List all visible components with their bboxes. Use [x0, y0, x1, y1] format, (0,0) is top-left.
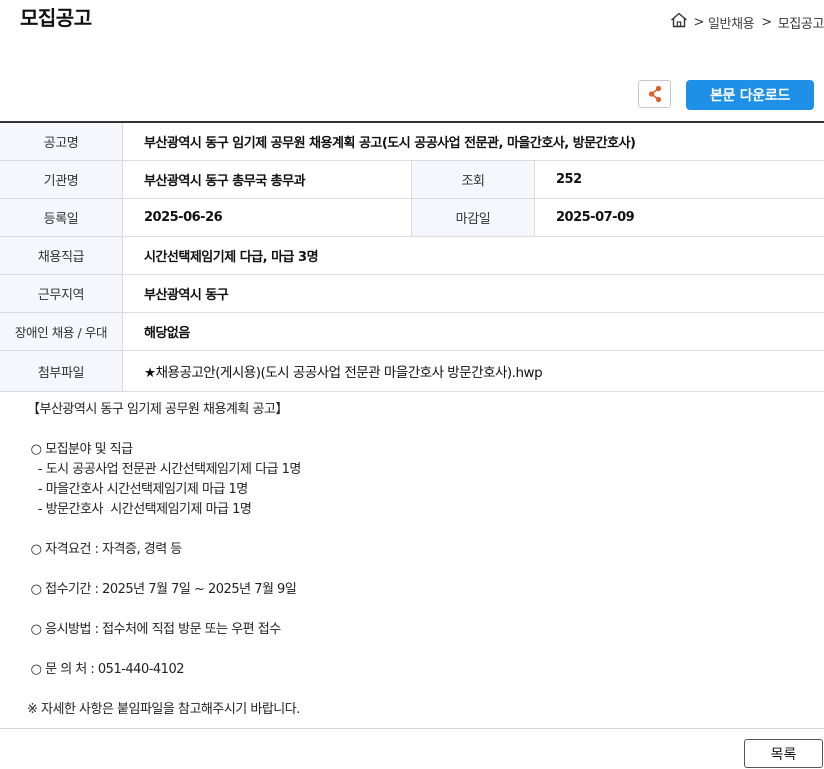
table-row: 근무지역 부산광역시 동구	[0, 275, 824, 313]
footer-divider	[0, 728, 824, 729]
home-icon[interactable]	[670, 12, 694, 32]
views-value: 252	[556, 172, 582, 187]
body-line: ※ 자세한 사항은 붙임파일을 참고해주시기 바랍니다.	[27, 702, 300, 717]
list-button[interactable]: 목록	[744, 739, 823, 768]
organization-label: 기관명	[0, 161, 123, 198]
work-region-label: 근무지역	[0, 275, 123, 312]
body-line: - 도시 공공사업 전문관 시간선택제임기제 다급 1명	[27, 462, 301, 477]
job-info-table: 공고명 부산광역시 동구 임기제 공무원 채용계획 공고(도시 공공사업 전문관…	[0, 121, 824, 392]
work-region-value: 부산광역시 동구	[144, 288, 229, 303]
body-line	[27, 600, 807, 620]
job-grade-label: 채용직급	[0, 237, 123, 274]
body-line	[27, 640, 807, 660]
table-row: 등록일 2025-06-26 마감일 2025-07-09	[0, 199, 824, 237]
breadcrumb-item-general[interactable]: 일반채용	[708, 13, 755, 32]
page-title: 모집공고	[20, 6, 92, 30]
disabled-hiring-value: 해당없음	[144, 326, 190, 341]
table-row: 장애인 채용 / 우대 해당없음	[0, 313, 824, 351]
body-line: ○ 문 의 처 : 051-440-4102	[27, 662, 185, 677]
share-icon	[648, 85, 661, 103]
body-line: ○ 모집분야 및 직급	[27, 442, 133, 457]
attachment-file-link[interactable]: ★채용공고안(게시용)(도시 공공사업 전문관 마을간호사 방문간호사).hwp	[123, 351, 824, 391]
body-line	[27, 420, 807, 440]
body-line: 【부산광역시 동구 임기제 공무원 채용계획 공고】	[27, 402, 288, 417]
table-row: 공고명 부산광역시 동구 임기제 공무원 채용계획 공고(도시 공공사업 전문관…	[0, 123, 824, 161]
notice-title-value: 부산광역시 동구 임기제 공무원 채용계획 공고(도시 공공사업 전문관, 마을…	[144, 136, 636, 151]
deadline-value: 2025-07-09	[556, 210, 635, 225]
body-line	[27, 680, 807, 700]
body-line: ○ 접수기간 : 2025년 7월 7일 ~ 2025년 7월 9일	[27, 582, 297, 597]
registered-date-value: 2025-06-26	[123, 199, 412, 236]
disabled-hiring-label: 장애인 채용 / 우대	[0, 313, 123, 350]
job-grade-value: 시간선택제임기제 다급, 마급 3명	[144, 250, 319, 265]
table-row: 채용직급 시간선택제임기제 다급, 마급 3명	[0, 237, 824, 275]
organization-value: 부산광역시 동구 총무국 총무과	[123, 161, 412, 198]
body-line: - 마을간호사 시간선택제임기제 마급 1명	[27, 482, 248, 497]
body-line	[27, 560, 807, 580]
views-label: 조회	[412, 161, 535, 198]
breadcrumb-item-current[interactable]: 모집공고	[778, 13, 824, 32]
body-line: ○ 자격요건 : 자격증, 경력 등	[27, 542, 183, 557]
table-row: 첨부파일 ★채용공고안(게시용)(도시 공공사업 전문관 마을간호사 방문간호사…	[0, 351, 824, 392]
body-line: - 방문간호사 시간선택제임기제 마급 1명	[27, 502, 252, 517]
body-line	[27, 520, 807, 540]
table-row: 기관명 부산광역시 동구 총무국 총무과 조회 252	[0, 161, 824, 199]
notice-body: 【부산광역시 동구 임기제 공무원 채용계획 공고】 ○ 모집분야 및 직급 -…	[27, 400, 807, 720]
breadcrumb-separator: >	[693, 14, 705, 30]
breadcrumb: > 일반채용 > 모집공고	[670, 12, 824, 32]
download-body-button[interactable]: 본문 다운로드	[686, 80, 814, 110]
attachment-label: 첨부파일	[0, 351, 123, 391]
deadline-label: 마감일	[412, 199, 535, 236]
notice-title-label: 공고명	[0, 123, 123, 160]
registered-date-label: 등록일	[0, 199, 123, 236]
breadcrumb-separator: >	[761, 14, 772, 30]
share-button[interactable]	[638, 80, 671, 108]
body-line: ○ 응시방법 : 접수처에 직접 방문 또는 우편 접수	[27, 622, 282, 637]
